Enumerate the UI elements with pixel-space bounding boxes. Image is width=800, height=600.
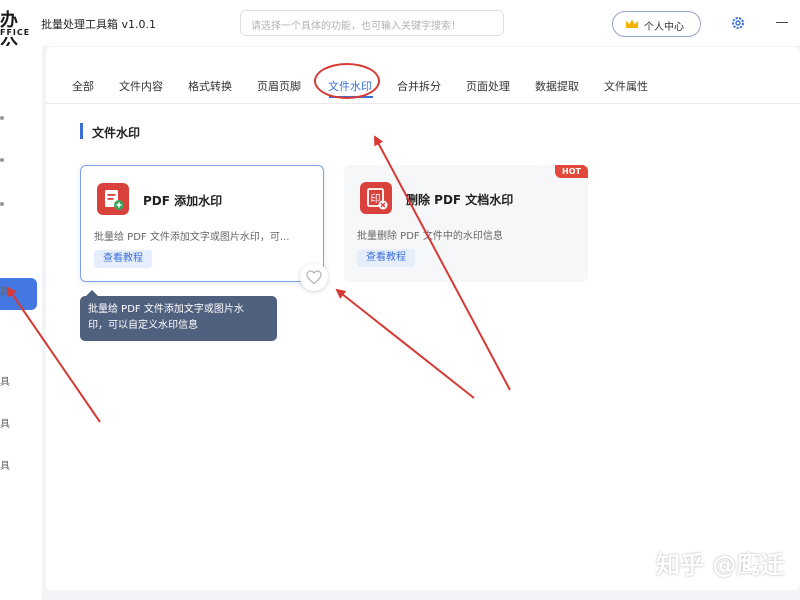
sidebar-bullet [0,202,4,206]
sidebar: 具 具 具 具 [0,46,42,600]
tab-data-extract[interactable]: 数据提取 [535,78,579,94]
sidebar-bullet [0,116,4,120]
search-input[interactable]: 请选择一个具体的功能，也可输入关键字搜索！ [240,10,504,36]
title-bar: 办公 FFICE 批量处理工具箱 v1.0.1 请选择一个具体的功能，也可输入关… [0,0,800,57]
sidebar-item-label[interactable]: 具 [0,415,10,430]
tab-all[interactable]: 全部 [72,78,94,94]
sidebar-item-label[interactable]: 具 [0,283,10,298]
sidebar-item-label[interactable]: 具 [0,457,10,472]
tool-card-add-watermark[interactable]: PDF 添加水印 批量给 PDF 文件添加文字或图片水印，可... 查看教程 [80,165,324,282]
section-title: 文件水印 [92,126,141,140]
section-marker [80,123,83,139]
card-description: 批量删除 PDF 文件中的水印信息 [357,231,503,242]
pdf-add-watermark-icon [97,183,129,215]
logo-subtext: FFICE [0,28,31,37]
pdf-remove-watermark-icon: 印 [360,182,392,214]
user-center-label: 个人中心 [644,22,684,33]
tab-file-content[interactable]: 文件内容 [119,78,163,94]
card-title: 删除 PDF 文档水印 [406,193,514,207]
main-panel: 全部 文件内容 格式转换 页眉页脚 文件水印 合并拆分 页面处理 数据提取 文件… [46,47,800,590]
crown-icon [626,19,638,28]
watermark-text: 知乎 @鹰迁 [656,551,785,579]
tab-file-properties[interactable]: 文件属性 [604,78,648,94]
search-placeholder: 请选择一个具体的功能，也可输入关键字搜索！ [251,21,461,32]
card-tooltip: 批量给 PDF 文件添加文字或图片水 印，可以自定义水印信息 [80,296,277,341]
app-logo: 办公 FFICE [0,6,34,57]
tab-format-convert[interactable]: 格式转换 [188,78,232,94]
tab-header-footer[interactable]: 页眉页脚 [257,78,301,94]
hot-badge: HOT [555,165,588,178]
tab-page-process[interactable]: 页面处理 [466,78,510,94]
card-description: 批量给 PDF 文件添加文字或图片水印，可... [94,232,290,243]
minimize-icon[interactable] [776,22,788,23]
tab-merge-split[interactable]: 合并拆分 [397,78,441,94]
card-title: PDF 添加水印 [143,194,223,208]
heart-icon [306,270,322,285]
view-tutorial-button[interactable]: 查看教程 [357,249,415,267]
tooltip-line: 批量给 PDF 文件添加文字或图片水 [88,304,244,315]
annotation-circle [314,63,380,99]
category-tabs: 全部 文件内容 格式转换 页眉页脚 文件水印 合并拆分 页面处理 数据提取 文件… [46,47,800,104]
favorite-button[interactable] [300,263,328,291]
gear-icon[interactable] [731,16,745,30]
sidebar-item-label[interactable]: 具 [0,373,10,388]
sidebar-bullet [0,158,4,162]
tool-card-remove-watermark[interactable]: HOT 印 删除 PDF 文档水印 批量删除 PDF 文件中的水印信息 查看教程 [344,165,588,282]
app-title: 批量处理工具箱 v1.0.1 [41,18,156,31]
tooltip-line: 印，可以自定义水印信息 [88,320,198,331]
view-tutorial-button[interactable]: 查看教程 [94,250,152,268]
user-center-button[interactable]: 个人中心 [612,11,701,37]
